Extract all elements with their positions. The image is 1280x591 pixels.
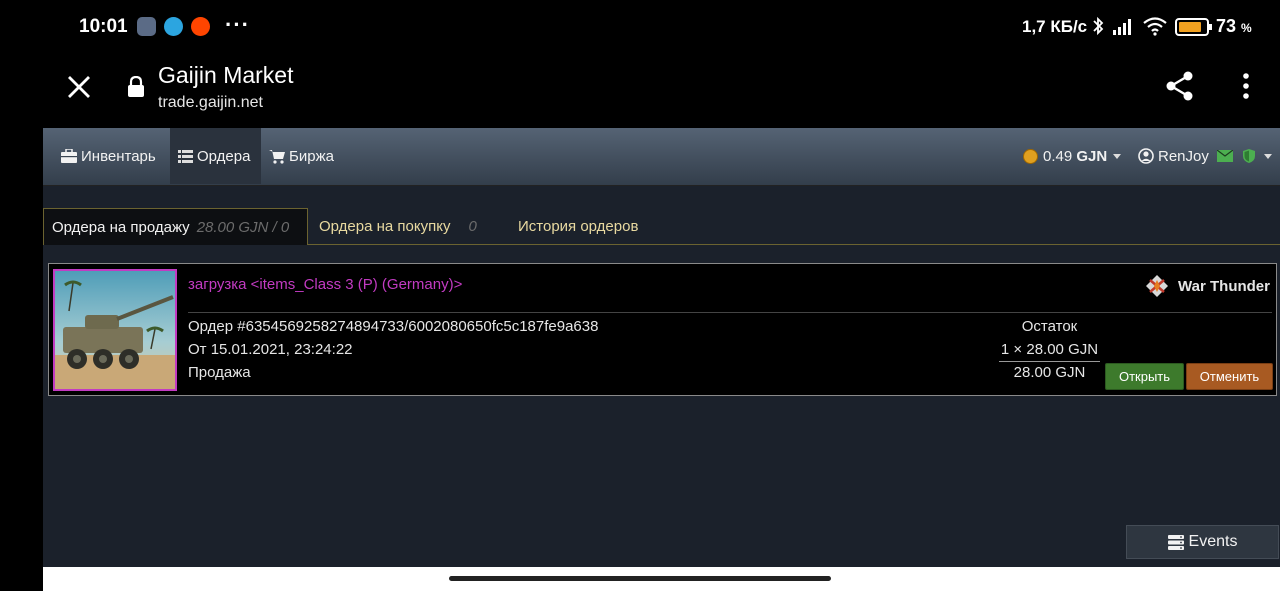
tab-order-history-label: История ордеров xyxy=(518,218,639,235)
nav-exchange-label: Биржа xyxy=(289,147,334,165)
tab-sell-orders[interactable]: Ордера на продажу 28.00 GJN / 0 xyxy=(43,208,308,245)
signal-icon xyxy=(1113,19,1131,35)
tab-buy-orders-meta: 0 xyxy=(468,218,477,235)
tab-buy-orders[interactable]: Ордера на покупку 0 xyxy=(319,208,477,245)
status-time: 10:01 xyxy=(79,16,128,37)
bluetooth-icon xyxy=(1093,16,1104,36)
share-icon[interactable] xyxy=(1164,70,1196,102)
remain-label: Остаток xyxy=(1021,318,1078,335)
user-icon xyxy=(1138,148,1154,164)
open-order-button[interactable]: Открыть xyxy=(1105,363,1184,390)
events-label: Events xyxy=(1188,533,1238,550)
shield-icon xyxy=(1242,149,1255,163)
page-url: trade.gaijin.net xyxy=(158,94,263,111)
username: RenJoy xyxy=(1158,147,1209,165)
order-id: Ордер #6354569258274894733/6002080650fc5… xyxy=(188,318,599,335)
status-bar: 10:01 ··· 1,7 КБ/с 73 % xyxy=(0,0,1280,54)
order-tabs: Ордера на продажу 28.00 GJN / 0 Ордера н… xyxy=(43,208,1280,245)
cart-icon xyxy=(269,149,285,164)
item-name-link[interactable]: загрузка <items_Class 3 (P) (Germany)> xyxy=(188,276,462,293)
battery-level: 73 % xyxy=(1216,16,1252,36)
screen: 10:01 ··· 1,7 КБ/с 73 % Gaijin Market tr… xyxy=(0,0,1280,591)
tab-order-history[interactable]: История ордеров xyxy=(518,208,638,245)
nav-inventory[interactable]: Инвентарь xyxy=(43,128,164,184)
cancel-order-button[interactable]: Отменить xyxy=(1186,363,1273,390)
home-gesture-bar[interactable] xyxy=(449,576,831,581)
tab-sell-orders-meta: 28.00 GJN / 0 xyxy=(196,218,290,236)
order-date: От 15.01.2021, 23:24:22 xyxy=(188,341,353,358)
item-thumbnail[interactable] xyxy=(53,269,177,391)
nav-orders-label: Ордера xyxy=(197,147,251,165)
top-navigation: Инвентарь Ордера Биржа 0.49 GJN RenJoy xyxy=(43,128,1280,186)
balance-dropdown[interactable]: 0.49 GJN xyxy=(1023,128,1122,184)
reddit-icon xyxy=(191,17,210,36)
chevron-down-icon xyxy=(1263,153,1272,159)
mail-icon xyxy=(1216,150,1233,162)
list-icon xyxy=(178,149,193,163)
tank-image xyxy=(55,271,175,389)
page-title: Gaijin Market xyxy=(158,62,294,88)
tab-buy-orders-label: Ордера на покупку xyxy=(319,218,451,235)
user-menu[interactable]: RenJoy xyxy=(1138,128,1272,184)
tab-sell-orders-label: Ордера на продажу xyxy=(52,218,190,236)
market-page: Инвентарь Ордера Биржа 0.49 GJN RenJoy О… xyxy=(43,128,1280,567)
order-type: Продажа xyxy=(188,364,251,381)
remain-divider xyxy=(999,361,1100,362)
briefcase-icon xyxy=(61,149,77,163)
events-button[interactable]: Events xyxy=(1126,525,1279,559)
telegram-icon xyxy=(164,17,183,36)
browser-toolbar: Gaijin Market trade.gaijin.net xyxy=(0,54,1280,128)
coin-icon xyxy=(1023,148,1038,164)
balance-currency: GJN xyxy=(1076,147,1108,165)
remain-total: 28.00 GJN xyxy=(1013,364,1086,381)
remain-quantity: 1 × 28.00 GJN xyxy=(1000,341,1099,358)
lock-icon xyxy=(128,76,144,97)
more-notifications-icon: ··· xyxy=(225,12,250,37)
war-thunder-logo-icon xyxy=(1146,275,1169,297)
overflow-menu-icon[interactable] xyxy=(1236,72,1256,100)
nav-exchange[interactable]: Биржа xyxy=(261,128,342,184)
server-icon xyxy=(1167,534,1184,550)
chevron-down-icon xyxy=(1113,153,1122,159)
game-name: War Thunder xyxy=(1178,277,1270,295)
close-icon[interactable] xyxy=(66,74,92,100)
nav-inventory-label: Инвентарь xyxy=(81,147,156,165)
app-notification-icon xyxy=(137,17,156,36)
wifi-icon xyxy=(1143,17,1167,36)
battery-icon xyxy=(1175,18,1212,36)
game-label: War Thunder xyxy=(1144,273,1270,299)
network-speed: 1,7 КБ/с xyxy=(1022,17,1088,36)
divider xyxy=(188,312,1272,313)
balance-amount: 0.49 xyxy=(1043,147,1073,165)
nav-orders[interactable]: Ордера xyxy=(170,128,261,184)
order-card: загрузка <items_Class 3 (P) (Germany)> W… xyxy=(48,263,1277,396)
